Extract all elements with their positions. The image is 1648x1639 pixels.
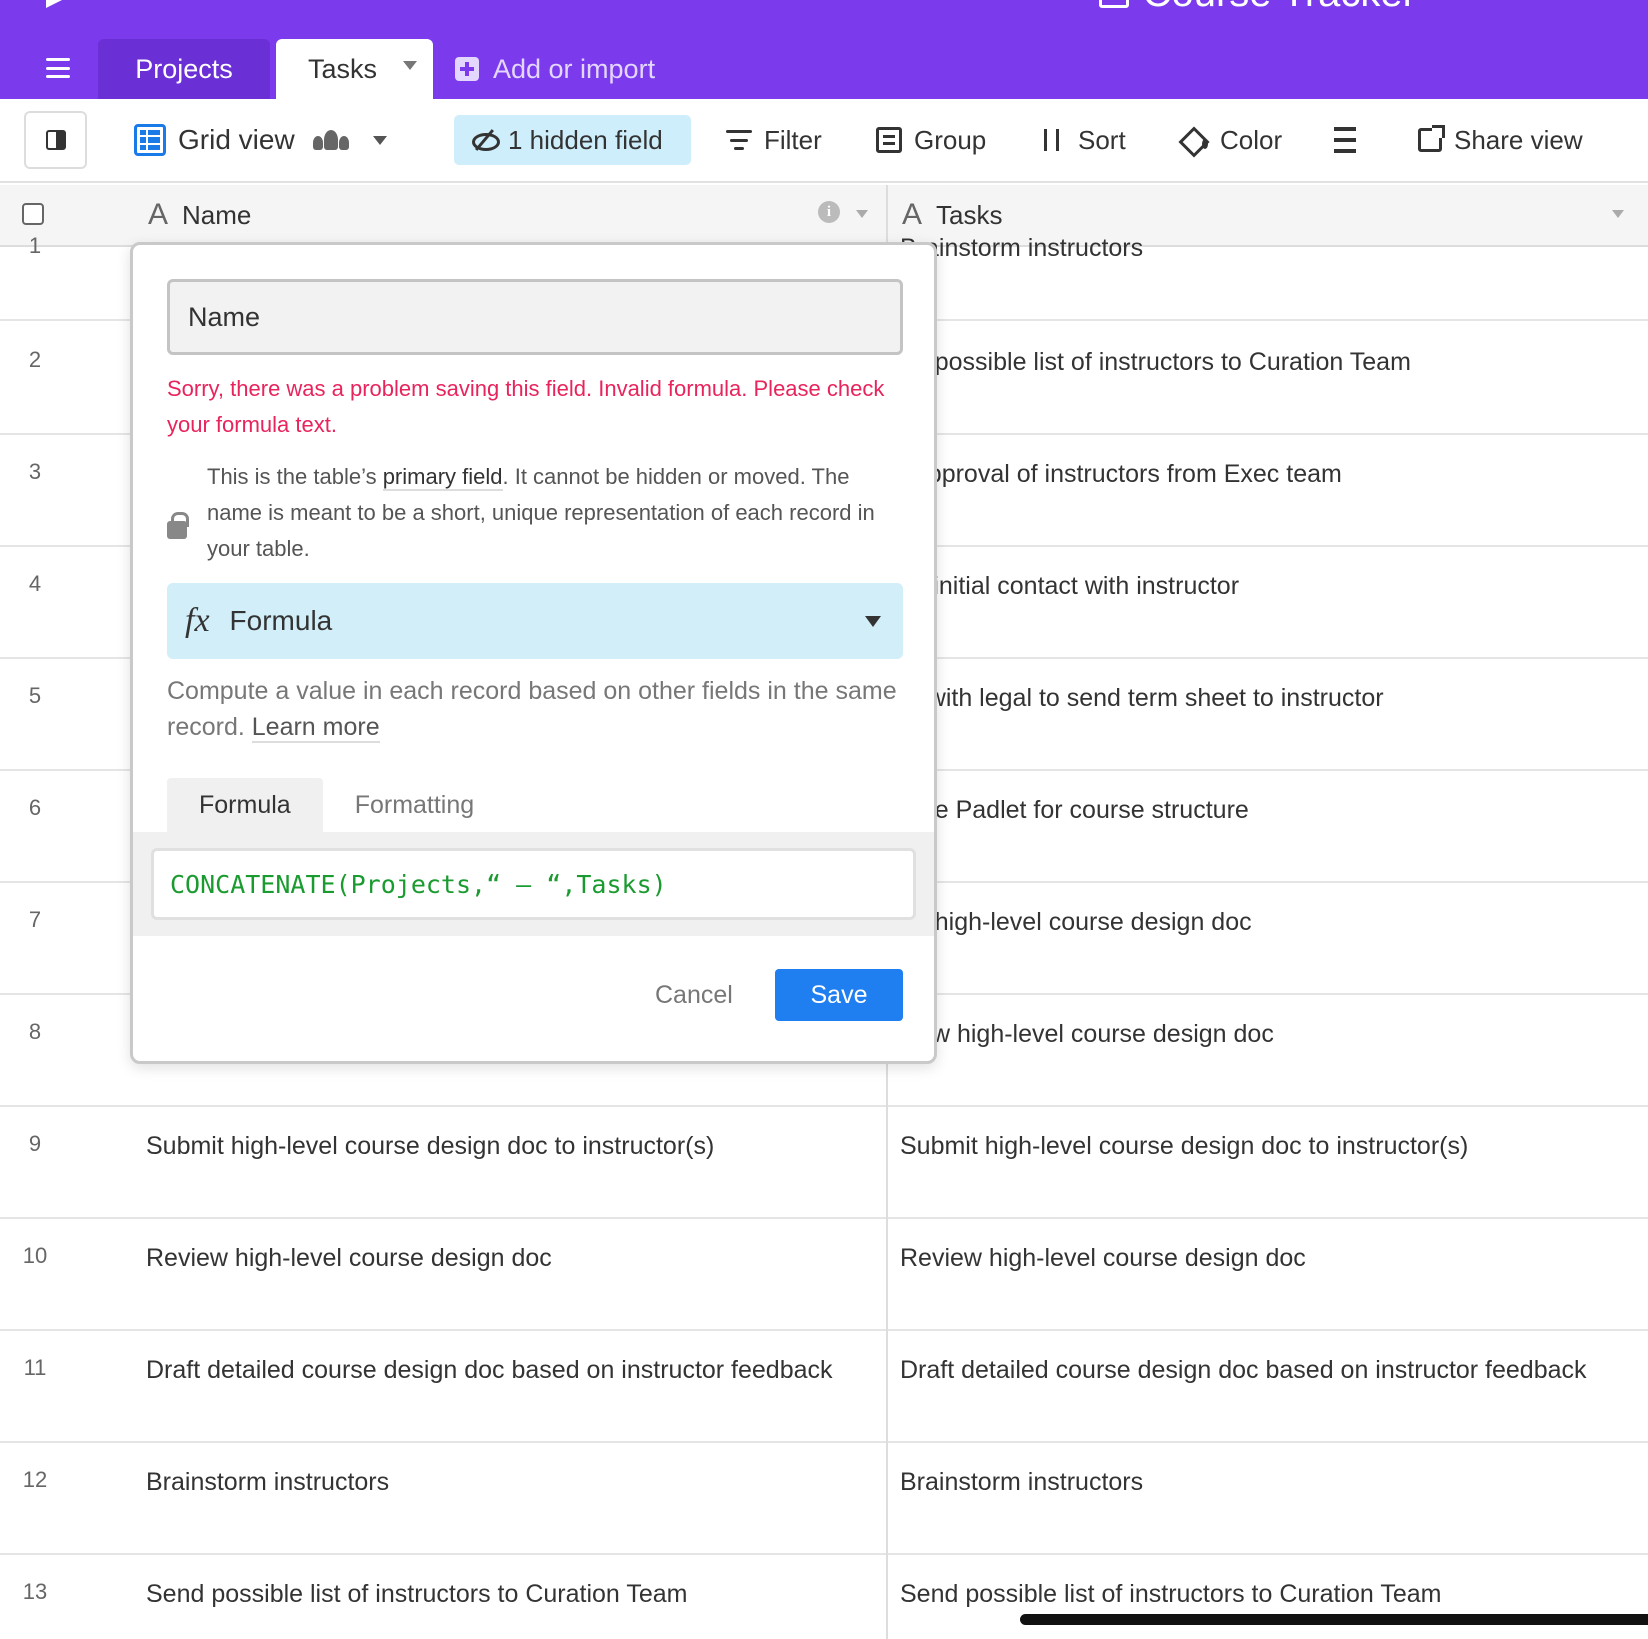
group-icon (876, 127, 902, 153)
cell-name[interactable]: Submit high-level course design doc to i… (146, 1127, 866, 1165)
filter-button[interactable]: Filter (726, 115, 822, 165)
row-number: 6 (28, 795, 42, 820)
learn-more-link[interactable]: Learn more (251, 713, 380, 743)
row-number: 13 (22, 1579, 48, 1604)
primary-note-pre: This is the table’s (207, 464, 383, 489)
cell-tasks[interactable]: Send possible list of instructors to Cur… (900, 1575, 1600, 1613)
formula-fx-icon: fx (185, 602, 210, 639)
tab-tasks-caret-icon[interactable] (403, 61, 417, 70)
add-or-import-button[interactable]: Add or import (455, 39, 655, 99)
chevron-down-icon (865, 616, 881, 627)
row-height-button[interactable] (1334, 115, 1364, 165)
row-number: 12 (22, 1467, 48, 1492)
base-icon (1098, 0, 1129, 8)
add-or-import-label: Add or import (493, 53, 656, 84)
filter-label: Filter (764, 124, 822, 155)
base-title[interactable]: Course Tracker (1098, 0, 1416, 15)
field-type-description: Compute a value in each record based on … (167, 673, 907, 745)
cell-tasks[interactable]: ke initial contact with instructor (900, 567, 1600, 605)
row-number: 4 (28, 571, 42, 596)
cell-tasks[interactable]: Brainstorm instructors (900, 229, 1600, 267)
table-row[interactable]: 9 Submit high-level course design doc to… (0, 1107, 1648, 1219)
table-row[interactable]: 12 Brainstorm instructors Brainstorm ins… (0, 1443, 1648, 1555)
grid-view-icon (134, 124, 166, 156)
hide-fields-button[interactable]: 1 hidden field (454, 115, 691, 165)
sort-icon (1040, 127, 1066, 153)
primary-field-term: primary field (382, 464, 503, 491)
cell-tasks[interactable]: rk with legal to send term sheet to inst… (900, 679, 1600, 717)
tab-formula[interactable]: Formula (167, 778, 323, 832)
view-switcher[interactable]: Grid view (134, 115, 387, 165)
primary-field-text: This is the table’s primary field. It ca… (207, 459, 907, 567)
sort-label: Sort (1078, 124, 1126, 155)
row-number: 10 (22, 1243, 48, 1268)
formula-input[interactable]: CONCATENATE(Projects,“ – “,Tasks) (151, 848, 916, 920)
sidebar-panel-icon (45, 130, 66, 150)
row-height-icon (1334, 127, 1364, 153)
cell-name[interactable]: Send possible list of instructors to Cur… (146, 1575, 866, 1613)
paint-bucket-icon (1180, 127, 1208, 153)
tab-formatting[interactable]: Formatting (323, 778, 506, 832)
row-number: 7 (28, 907, 42, 932)
cell-tasks[interactable]: nd possible list of instructors to Curat… (900, 343, 1600, 381)
tab-tasks-label: Tasks (308, 53, 378, 84)
cancel-button[interactable]: Cancel (639, 969, 749, 1021)
field-name-input[interactable] (167, 279, 903, 355)
share-view-button[interactable]: Share view (1418, 115, 1583, 165)
color-label: Color (1220, 124, 1283, 155)
tab-tasks[interactable]: Tasks (276, 39, 433, 99)
table-row[interactable]: 11 Draft detailed course design doc base… (0, 1331, 1648, 1443)
plus-icon (455, 57, 479, 81)
table-row[interactable]: 10 Review high-level course design doc R… (0, 1219, 1648, 1331)
cell-name[interactable]: Draft detailed course design doc based o… (146, 1351, 866, 1389)
base-title-text: Course Tracker (1143, 0, 1416, 16)
sidebar-toggle-button[interactable] (24, 111, 87, 169)
row-number: 2 (28, 347, 42, 372)
cell-tasks[interactable]: Submit high-level course design doc to i… (900, 1127, 1600, 1165)
chevron-down-icon (372, 135, 387, 145)
field-type-select[interactable]: fx Formula (167, 583, 903, 659)
top-bar: Course Tracker Projects Tasks Add or imp… (0, 0, 1648, 99)
field-editor-popover: Sorry, there was a problem saving this f… (130, 242, 937, 1064)
cell-tasks[interactable]: Draft detailed course design doc based o… (900, 1351, 1600, 1389)
sort-button[interactable]: Sort (1040, 115, 1126, 165)
row-number: 9 (28, 1131, 42, 1156)
home-indicator (1020, 1614, 1648, 1625)
cell-tasks[interactable]: t approval of instructors from Exec team (900, 455, 1600, 493)
cell-tasks[interactable]: aft high-level course design doc (900, 903, 1600, 941)
cell-name[interactable]: Review high-level course design doc (146, 1239, 866, 1277)
filter-icon (726, 130, 752, 150)
group-label: Group (914, 124, 987, 155)
color-button[interactable]: Color (1180, 115, 1282, 165)
cell-name[interactable]: Brainstorm instructors (146, 1463, 866, 1501)
formula-panel: CONCATENATE(Projects,“ – “,Tasks) (133, 832, 934, 936)
eye-slash-icon (470, 130, 500, 151)
cell-tasks[interactable]: Review high-level course design doc (900, 1239, 1600, 1277)
group-button[interactable]: Group (876, 115, 986, 165)
tab-projects-label: Projects (135, 53, 233, 84)
hamburger-menu-icon[interactable] (46, 58, 70, 78)
row-number: 5 (28, 683, 42, 708)
cell-tasks[interactable]: Brainstorm instructors (900, 1463, 1600, 1501)
error-message: Sorry, there was a problem saving this f… (167, 376, 885, 437)
row-number: 11 (23, 1355, 47, 1380)
row-number: 1 (28, 233, 42, 258)
cell-tasks[interactable]: eate Padlet for course structure (900, 791, 1600, 829)
cell-tasks[interactable]: view high-level course design doc (900, 1015, 1600, 1053)
share-icon (1418, 125, 1445, 152)
row-number: 8 (28, 1019, 42, 1044)
app-logo-icon[interactable] (46, 0, 68, 8)
row-number: 3 (28, 459, 42, 484)
table-row[interactable]: 13 Send possible list of instructors to … (0, 1555, 1648, 1639)
view-name: Grid view (178, 124, 295, 155)
formula-sub-tabs: Formula Formatting (167, 778, 506, 832)
share-view-label: Share view (1454, 124, 1583, 155)
collaborative-view-icon (312, 130, 349, 150)
hidden-fields-label: 1 hidden field (508, 124, 663, 155)
lock-icon (167, 512, 189, 539)
tab-projects[interactable]: Projects (98, 39, 270, 99)
field-type-label: Formula (229, 605, 333, 636)
view-toolbar: Grid view 1 hidden field Filter Group So… (0, 99, 1648, 183)
save-button[interactable]: Save (775, 969, 903, 1021)
